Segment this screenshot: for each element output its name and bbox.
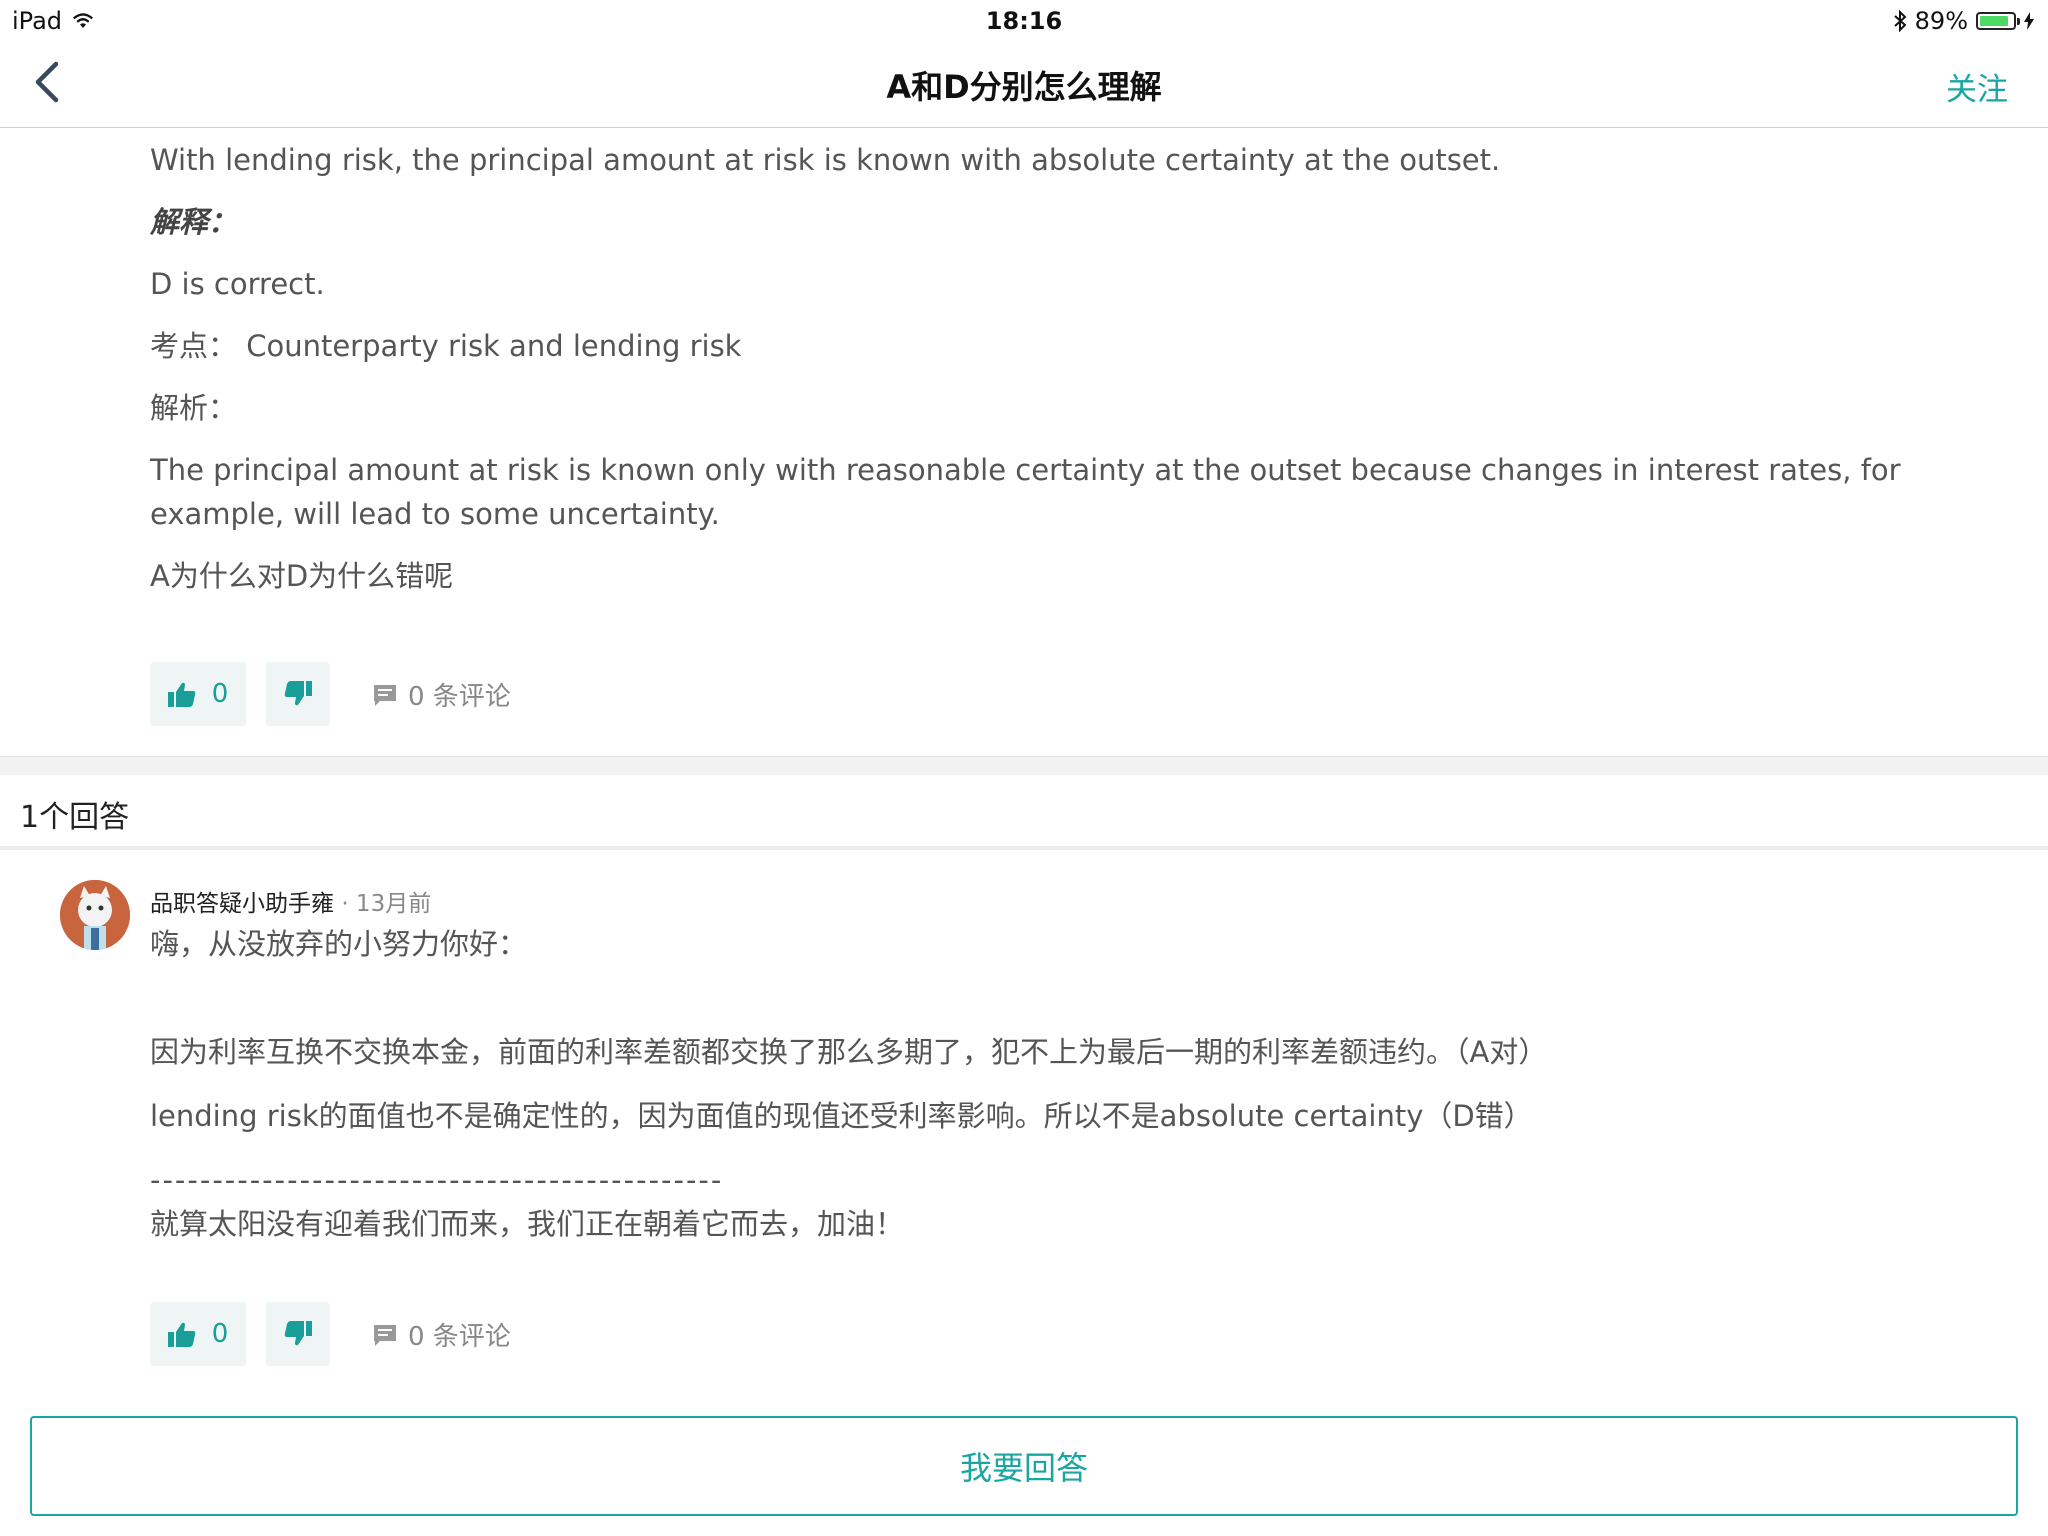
charging-icon [2024,12,2034,30]
status-bar: iPad 18:16 89% [0,0,2048,40]
follow-button[interactable]: 关注 [1946,64,2008,109]
answer-upvote-count: 0 [211,1319,229,1349]
section-divider [0,756,2048,775]
reply-button[interactable]: 我要回答 [30,1416,2018,1516]
answer-time: · 13月前 [341,891,432,917]
comments-link[interactable]: 0 条评论 [372,676,511,713]
comment-icon [374,1324,396,1346]
question-text-line: 解析： [150,391,238,425]
comments-count: 0 条评论 [408,682,511,712]
clock: 18:16 [985,7,1063,35]
question-text-line: 考点： Counterparty risk and lending risk [150,329,742,363]
answers-count-header: 1个回答 [0,778,2048,850]
answer-text-line: 嗨，从没放弃的小努力你好： [150,927,528,961]
thumbs-up-icon [167,1322,195,1347]
battery-percent: 89% [1914,7,1968,35]
thumbs-up-icon [167,682,195,707]
answer-text-line [150,966,2000,1030]
question-section: With lending risk, the principal amount … [0,128,2048,616]
answer-author-line: 品职答疑小助手雍 · 13月前 [150,884,431,918]
thumbs-down-icon [284,681,312,706]
thumbs-down-icon [284,1321,312,1346]
answer-comments-link[interactable]: 0 条评论 [372,1316,511,1353]
question-text-line: The principal amount at risk is known on… [150,453,1901,531]
answer-separator: ----------------------------------------… [150,1163,724,1197]
explanation-heading: 解释： [150,205,238,239]
avatar[interactable] [60,880,130,950]
comment-icon [374,684,396,706]
page-title: A和D分别怎么理解 [886,68,1162,106]
question-text-line: With lending risk, the principal amount … [150,143,1501,177]
avatar-image [60,880,130,950]
battery-icon [1976,12,2020,30]
downvote-button[interactable] [266,662,330,726]
answer-text-line: 就算太阳没有迎着我们而来，我们正在朝着它而去，加油！ [150,1207,905,1241]
answer-downvote-button[interactable] [266,1302,330,1366]
question-text-line: A为什么对D为什么错呢 [150,559,454,593]
answer-upvote-button[interactable]: 0 [150,1302,246,1366]
answer-comments-count: 0 条评论 [408,1322,511,1352]
bluetooth-icon [1893,10,1907,32]
upvote-button[interactable]: 0 [150,662,246,726]
question-body: With lending risk, the principal amount … [0,138,2048,598]
author-name[interactable]: 品职答疑小助手雍 [150,891,334,917]
answer-text-line: 因为利率互换不交换本金，前面的利率差额都交换了那么多期了，犯不上为最后一期的利率… [150,1035,1548,1069]
answer-actions: 0 0 条评论 [0,1302,2048,1366]
question-text-line: D is correct. [150,267,325,301]
answer-text-line: lending risk的面值也不是确定性的，因为面值的现值还受利率影响。所以不… [150,1099,1533,1133]
question-actions: 0 0 条评论 [0,662,2048,726]
upvote-count: 0 [211,679,229,709]
answer-body: 嗨，从没放弃的小努力你好： 因为利率互换不交换本金，前面的利率差额都交换了那么多… [150,922,2000,1246]
nav-bar: A和D分别怎么理解 关注 [0,40,2048,128]
